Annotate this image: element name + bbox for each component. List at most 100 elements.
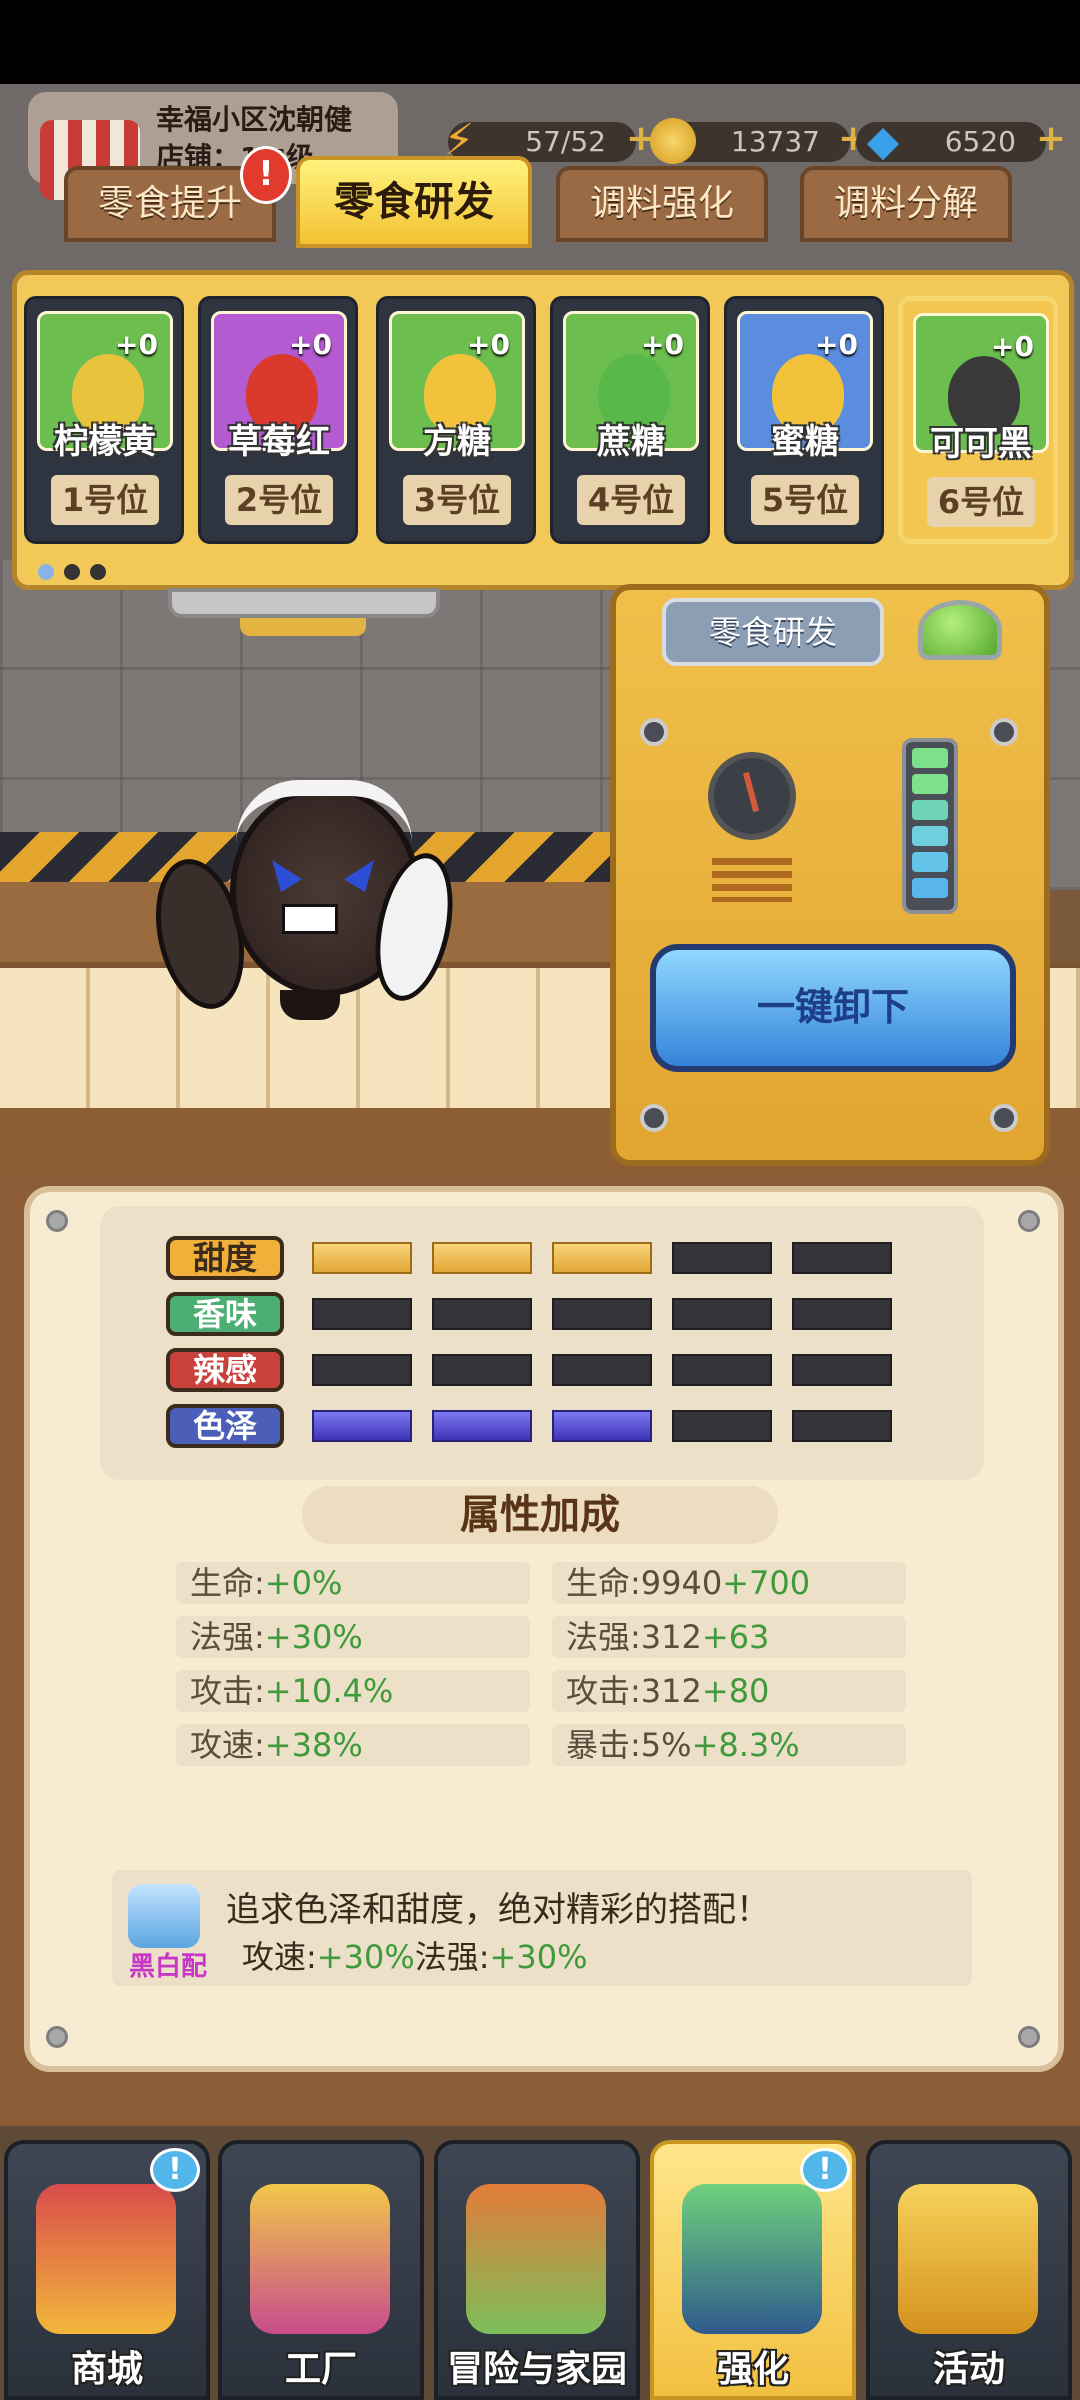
bonus-label: 攻击: [190, 1672, 265, 1710]
nav-adventure-home[interactable]: 冒险与家园 [434, 2140, 640, 2400]
combo-effect: 攻速:+30%法强:+30% [242, 1932, 587, 1978]
combo-description: 追求色泽和甜度，绝对精彩的搭配！ [226, 1890, 770, 1930]
slot-5[interactable]: +0 蜜糖 5号位 [724, 296, 884, 544]
machine-title: 零食研发 [662, 598, 884, 666]
green-light-icon [918, 600, 1002, 660]
total-label: 暴击:5% [566, 1726, 692, 1764]
diamond-icon: ◆ [866, 116, 900, 165]
pin-icon [1018, 2026, 1040, 2048]
slot-6[interactable]: +0 可可黑 6号位 [898, 296, 1058, 544]
total-crit: 暴击:5%+8.3% [552, 1724, 906, 1766]
slot-position: 6号位 [927, 477, 1035, 527]
bonus-value: +38% [264, 1726, 363, 1764]
total-attack: 攻击:312+80 [552, 1670, 906, 1712]
combo-effect-value: +30% [316, 1938, 415, 1976]
bonus-attack: 攻击:+10.4% [176, 1670, 530, 1712]
alert-badge-icon: ! [240, 146, 292, 204]
bonus-value: +10.4% [264, 1672, 394, 1710]
stat-bar [792, 1242, 892, 1274]
bonus-label: 攻速: [190, 1726, 265, 1764]
slot-name: 蜜糖 [771, 422, 839, 462]
tab-snack-research[interactable]: 零食研发 [296, 156, 532, 248]
slot-card: +0 蜜糖 [737, 311, 873, 462]
slot-name: 方糖 [423, 422, 491, 462]
slot-card: +0 方糖 [389, 311, 525, 462]
slot-level: +0 [467, 328, 510, 361]
nav-label: 活动 [932, 2349, 1005, 2390]
combo-name: 黑白配 [128, 1952, 207, 1982]
pin-icon [46, 1210, 68, 1232]
slot-level: +0 [991, 330, 1034, 363]
stat-bar [432, 1410, 532, 1442]
character-mouth [282, 904, 338, 934]
tab-seasoning-decompose[interactable]: 调料分解 [800, 166, 1012, 242]
slot-position: 1号位 [51, 475, 159, 525]
slot-position: 4号位 [577, 475, 685, 525]
factory-icon [250, 2184, 390, 2334]
slot-2[interactable]: +0 草莓红 2号位 [198, 296, 358, 544]
combo-icon [128, 1884, 200, 1948]
slot-1[interactable]: +0 柠檬黄 1号位 [24, 296, 184, 544]
bonus-label: 生命: [190, 1564, 265, 1602]
slot-position: 2号位 [225, 475, 333, 525]
slot-name: 蔗糖 [597, 422, 665, 462]
nav-factory[interactable]: 工厂 [218, 2140, 424, 2400]
slot-level: +0 [641, 328, 684, 361]
stat-bar [672, 1298, 772, 1330]
stat-bar [552, 1354, 652, 1386]
stat-row-color: 色泽 [166, 1404, 926, 1448]
bonus-title: 属性加成 [460, 1492, 620, 1538]
dispenser-tab [240, 618, 366, 636]
meter-segment [912, 748, 948, 768]
total-magic: 法强:312+63 [552, 1616, 906, 1658]
stat-row-aroma: 香味 [166, 1292, 926, 1336]
slot-name: 草莓红 [228, 422, 330, 462]
stat-bar [432, 1242, 532, 1274]
notification-badge-icon: ! [150, 2148, 200, 2192]
stat-bar [432, 1298, 532, 1330]
slot-card: +0 可可黑 [913, 313, 1049, 464]
stat-bar [312, 1354, 412, 1386]
robot-icon [682, 2184, 822, 2334]
stat-bar [672, 1242, 772, 1274]
stat-bar [552, 1242, 652, 1274]
meter-segment [912, 826, 948, 846]
slot-card: +0 草莓红 [211, 311, 347, 462]
unload-all-button[interactable]: 一键卸下 [650, 944, 1016, 1072]
stat-bar [792, 1298, 892, 1330]
stat-label: 香味 [166, 1292, 284, 1336]
page-dot [90, 564, 106, 580]
pin-icon [46, 2026, 68, 2048]
bolt-icon [640, 1104, 668, 1132]
megaphone-icon [898, 2184, 1038, 2334]
stat-label: 色泽 [166, 1404, 284, 1448]
slot-3[interactable]: +0 方糖 3号位 [376, 296, 536, 544]
nav-label: 强化 [716, 2349, 789, 2390]
stat-bar [432, 1354, 532, 1386]
stat-bar [792, 1354, 892, 1386]
stat-row-spicy: 辣感 [166, 1348, 926, 1392]
meter-segment [912, 800, 948, 820]
notification-badge-icon: ! [800, 2148, 850, 2192]
coin-icon [650, 118, 696, 164]
total-hp: 生命:9940+700 [552, 1562, 906, 1604]
slot-4[interactable]: +0 蔗糖 4号位 [550, 296, 710, 544]
combo-effect-label: 法强: [414, 1938, 490, 1976]
research-machine [610, 584, 1050, 1166]
bolt-icon [640, 718, 668, 746]
total-label: 法强:312 [566, 1618, 702, 1656]
shopping-cart-icon [36, 2184, 176, 2334]
slot-level: +0 [815, 328, 858, 361]
total-label: 生命:9940 [566, 1564, 723, 1602]
add-gem-button[interactable]: + [1036, 118, 1066, 159]
slot-name: 柠檬黄 [54, 422, 156, 462]
total-label: 攻击:312 [566, 1672, 702, 1710]
slot-card: +0 蔗糖 [563, 311, 699, 462]
bonus-magic: 法强:+30% [176, 1616, 530, 1658]
character-legs [280, 990, 340, 1020]
meter-segment [912, 878, 948, 898]
tab-seasoning-enhance[interactable]: 调料强化 [556, 166, 768, 242]
nav-events[interactable]: 活动 [866, 2140, 1072, 2400]
slot-position: 3号位 [403, 475, 511, 525]
stat-bar [552, 1410, 652, 1442]
